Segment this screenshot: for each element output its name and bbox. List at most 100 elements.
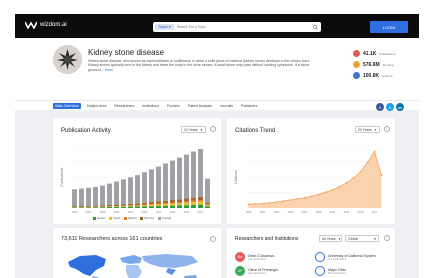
bar-segment-closed[interactable] bbox=[142, 172, 147, 203]
bar-segment-bronze[interactable] bbox=[121, 204, 126, 206]
bar-segment-bronze[interactable] bbox=[100, 205, 105, 207]
bar-segment-closed[interactable] bbox=[93, 187, 98, 206]
bar-segment-closed[interactable] bbox=[128, 177, 133, 204]
citations-point[interactable] bbox=[303, 196, 306, 199]
bar-segment-green[interactable] bbox=[79, 207, 84, 208]
bar-segment-hybrid[interactable] bbox=[142, 204, 147, 206]
researchers-info-icon[interactable]: i bbox=[384, 235, 390, 241]
citations-point[interactable] bbox=[345, 181, 348, 184]
tab-patent-analysis[interactable]: Patent Analysis bbox=[186, 103, 214, 109]
bar-segment-gold[interactable] bbox=[156, 204, 161, 207]
citations-point[interactable] bbox=[352, 177, 355, 179]
bar-segment-green[interactable] bbox=[135, 206, 140, 208]
citations-point[interactable] bbox=[282, 200, 285, 202]
bar-segment-green[interactable] bbox=[170, 205, 175, 208]
bar-segment-green[interactable] bbox=[191, 204, 196, 208]
bar-segment-bronze[interactable] bbox=[114, 204, 119, 206]
bar-segment-closed[interactable] bbox=[79, 188, 84, 207]
bar-segment-bronze[interactable] bbox=[177, 199, 182, 203]
citations-point[interactable] bbox=[338, 185, 341, 188]
bar-segment-closed[interactable] bbox=[163, 163, 168, 201]
world-map[interactable] bbox=[62, 250, 212, 278]
bar-segment-closed[interactable] bbox=[156, 166, 161, 202]
bar-segment-green[interactable] bbox=[100, 207, 105, 208]
bar-segment-green[interactable] bbox=[177, 205, 182, 208]
bar-segment-gold[interactable] bbox=[163, 203, 168, 206]
tab-journals[interactable]: Journals bbox=[218, 103, 235, 109]
bar-segment-closed[interactable] bbox=[86, 187, 91, 206]
bar-segment-closed[interactable] bbox=[107, 183, 112, 205]
citations-point[interactable] bbox=[380, 174, 383, 177]
bar-segment-bronze[interactable] bbox=[128, 203, 133, 206]
citations-point[interactable] bbox=[247, 203, 250, 206]
bar-segment-hybrid[interactable] bbox=[156, 203, 161, 205]
citations-point[interactable] bbox=[254, 203, 257, 205]
citations-point[interactable] bbox=[331, 188, 334, 191]
search-scope-dropdown[interactable]: Topics ▾ bbox=[155, 24, 174, 30]
bar-segment-gold[interactable] bbox=[107, 206, 112, 208]
bar-segment-green[interactable] bbox=[72, 207, 77, 208]
citations-point[interactable] bbox=[296, 197, 299, 200]
bar-segment-gold[interactable] bbox=[177, 203, 182, 206]
bar-segment-green[interactable] bbox=[128, 206, 133, 208]
bar-segment-green[interactable] bbox=[142, 206, 147, 208]
search-input[interactable] bbox=[173, 25, 311, 29]
more-link[interactable]: more bbox=[105, 68, 113, 72]
bar-segment-gold[interactable] bbox=[128, 205, 133, 207]
citations-point[interactable] bbox=[310, 195, 313, 198]
bar-segment-hybrid[interactable] bbox=[170, 202, 175, 204]
bar-segment-bronze[interactable] bbox=[163, 200, 168, 204]
bar-segment-gold[interactable] bbox=[149, 204, 154, 207]
bar-segment-hybrid[interactable] bbox=[184, 201, 189, 203]
scope-select[interactable]: Global ▾ bbox=[345, 235, 379, 242]
researcher-item[interactable]: GP Glenn M Preminger 196 publications bbox=[235, 264, 278, 278]
bar-segment-hybrid[interactable] bbox=[177, 202, 182, 204]
bar-segment-bronze[interactable] bbox=[86, 205, 91, 207]
bar-segment-gold[interactable] bbox=[205, 204, 210, 207]
bar-segment-hybrid[interactable] bbox=[198, 200, 203, 202]
citations-point[interactable] bbox=[261, 202, 264, 205]
linkedin-icon[interactable]: in bbox=[396, 103, 404, 111]
bar-segment-gold[interactable] bbox=[198, 201, 203, 205]
bar-segment-green[interactable] bbox=[86, 207, 91, 208]
bar-segment-hybrid[interactable] bbox=[163, 203, 168, 204]
tab-publishers[interactable]: Publishers bbox=[239, 103, 259, 109]
bar-segment-bronze[interactable] bbox=[170, 200, 175, 203]
bar-segment-green[interactable] bbox=[205, 206, 210, 208]
bar-segment-closed[interactable] bbox=[191, 151, 196, 198]
bar-segment-bronze[interactable] bbox=[107, 204, 112, 207]
bar-segment-bronze[interactable] bbox=[198, 196, 203, 201]
citations-point[interactable] bbox=[366, 161, 369, 164]
bar-segment-bronze[interactable] bbox=[142, 202, 147, 205]
bar-segment-bronze[interactable] bbox=[156, 201, 161, 204]
bar-segment-gold[interactable] bbox=[184, 202, 189, 206]
bar-segment-closed[interactable] bbox=[114, 181, 119, 205]
bar-segment-bronze[interactable] bbox=[184, 198, 189, 202]
site-logo[interactable]: wizdom.ai bbox=[25, 21, 67, 29]
bar-segment-green[interactable] bbox=[198, 204, 203, 208]
bar-segment-green[interactable] bbox=[93, 207, 98, 208]
bar-segment-closed[interactable] bbox=[177, 157, 182, 200]
bar-segment-green[interactable] bbox=[156, 206, 161, 208]
bar-segment-hybrid[interactable] bbox=[135, 204, 140, 206]
bar-segment-green[interactable] bbox=[114, 206, 119, 208]
bar-segment-bronze[interactable] bbox=[72, 206, 77, 208]
bar-segment-gold[interactable] bbox=[142, 205, 147, 207]
citations-point[interactable] bbox=[373, 150, 376, 153]
bar-segment-green[interactable] bbox=[184, 205, 189, 208]
bar-segment-bronze[interactable] bbox=[191, 197, 196, 201]
years-select[interactable]: All Years ▾ bbox=[319, 235, 342, 242]
bar-segment-green[interactable] bbox=[163, 205, 168, 208]
search-button[interactable] bbox=[311, 23, 319, 31]
bar-segment-gold[interactable] bbox=[191, 202, 196, 205]
bar-segment-closed[interactable] bbox=[135, 175, 140, 204]
bar-segment-bronze[interactable] bbox=[93, 205, 98, 207]
bar-segment-closed[interactable] bbox=[184, 154, 189, 199]
bar-segment-bronze[interactable] bbox=[149, 202, 154, 205]
tab-funders[interactable]: Funders bbox=[165, 103, 182, 109]
institution-item[interactable]: Mayo Clinic 594 publications bbox=[315, 264, 376, 278]
bar-segment-gold[interactable] bbox=[170, 203, 175, 206]
citations-point[interactable] bbox=[317, 193, 320, 196]
citations-point[interactable] bbox=[359, 170, 362, 173]
citations-point[interactable] bbox=[275, 201, 278, 204]
